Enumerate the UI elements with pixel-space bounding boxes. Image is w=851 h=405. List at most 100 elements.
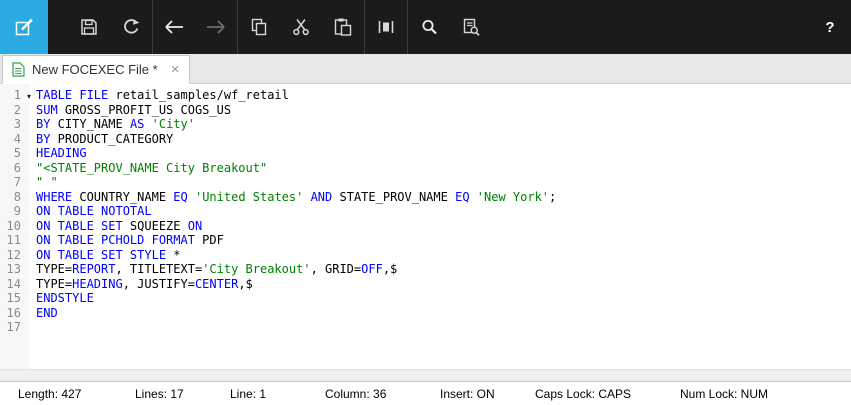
toolbar-flex-space	[492, 0, 809, 54]
line-number: 16	[0, 306, 30, 321]
code-token: HEADING	[36, 146, 87, 160]
line-number: 2	[0, 103, 30, 118]
code-token: , GRID=	[311, 262, 362, 276]
code-token: 'City Breakout'	[202, 262, 310, 276]
code-token: ENDSTYLE	[36, 291, 94, 305]
line-number: 4	[0, 132, 30, 147]
code-token: SUM	[36, 103, 58, 117]
code-token: OFF	[361, 262, 383, 276]
line-number: 10	[0, 219, 30, 234]
editor: 1▾234567891011121314151617 TABLE FILE re…	[0, 84, 851, 381]
code-line[interactable]	[36, 320, 851, 335]
tab-new-focexec-file[interactable]: New FOCEXEC File * ×	[2, 55, 190, 84]
code-token: EQ	[173, 190, 187, 204]
revert-icon	[120, 16, 142, 38]
revert-button[interactable]	[110, 0, 152, 54]
code-token	[144, 117, 151, 131]
status-lines: Lines: 17	[135, 387, 184, 401]
code-token: TABLE FILE	[36, 88, 108, 102]
pencil-icon	[13, 16, 35, 38]
find-in-file-button[interactable]	[450, 0, 492, 54]
code-token: COUNTRY_NAME	[72, 190, 173, 204]
code-token	[470, 190, 477, 204]
code-token: REPORT	[72, 262, 115, 276]
line-number: 7	[0, 175, 30, 190]
line-number: 14	[0, 277, 30, 292]
copy-icon	[248, 16, 270, 38]
status-insert: Insert: ON	[440, 387, 495, 401]
code-line[interactable]: " "	[36, 175, 851, 190]
save-icon	[78, 16, 100, 38]
forward-button[interactable]	[195, 0, 237, 54]
status-num-lock: Num Lock: NUM	[680, 387, 768, 401]
status-bar: Length: 427Lines: 17Line: 1Column: 36Ins…	[0, 381, 851, 405]
code-token: " "	[36, 175, 58, 189]
status-column: Column: 36	[325, 387, 386, 401]
code-line[interactable]: ON TABLE SET STYLE *	[36, 248, 851, 263]
code-token: 'City'	[152, 117, 195, 131]
code-token: ON TABLE SET STYLE	[36, 248, 166, 262]
code-token: STATE_PROV_NAME	[332, 190, 455, 204]
code-line[interactable]: TYPE=REPORT, TITLETEXT='City Breakout', …	[36, 262, 851, 277]
code-line[interactable]: END	[36, 306, 851, 321]
code-line[interactable]: "<STATE_PROV_NAME City Breakout"	[36, 161, 851, 176]
code-token: AND	[311, 190, 333, 204]
code-token: ;	[549, 190, 556, 204]
code-token: 'New York'	[477, 190, 549, 204]
code-token: ,$	[238, 277, 252, 291]
code-line[interactable]: BY PRODUCT_CATEGORY	[36, 132, 851, 147]
code-line[interactable]: HEADING	[36, 146, 851, 161]
code-token: retail_samples/wf_retail	[108, 88, 289, 102]
code-token: CENTER	[195, 277, 238, 291]
line-number: 8	[0, 190, 30, 205]
status-length: Length: 427	[18, 387, 81, 401]
paste-icon	[332, 16, 354, 38]
layout-view-icon	[375, 16, 397, 38]
code-token: *	[166, 248, 180, 262]
code-token: PDF	[195, 233, 224, 247]
code-token: AS	[130, 117, 144, 131]
code-token: PRODUCT_CATEGORY	[50, 132, 173, 146]
code-line[interactable]: ENDSTYLE	[36, 291, 851, 306]
paste-button[interactable]	[322, 0, 364, 54]
layout-view-button[interactable]	[365, 0, 407, 54]
code-token: BY	[36, 132, 50, 146]
cut-button[interactable]	[280, 0, 322, 54]
toolbar-spacer	[48, 0, 68, 54]
edit-file-button[interactable]	[0, 0, 48, 54]
code-token: WHERE	[36, 190, 72, 204]
copy-button[interactable]	[238, 0, 280, 54]
search-button[interactable]	[408, 0, 450, 54]
horizontal-scrollbar[interactable]	[0, 369, 851, 381]
code-token: ON TABLE NOTOTAL	[36, 204, 152, 218]
code-token: "<STATE_PROV_NAME City Breakout"	[36, 161, 267, 175]
tab-title: New FOCEXEC File *	[32, 62, 158, 77]
code-token: SQUEEZE	[123, 219, 188, 233]
line-number: 11	[0, 233, 30, 248]
code-line[interactable]: TABLE FILE retail_samples/wf_retail	[36, 88, 851, 103]
code-line[interactable]: SUM GROSS_PROFIT_US COGS_US	[36, 103, 851, 118]
code-line[interactable]: BY CITY_NAME AS 'City'	[36, 117, 851, 132]
line-number: 13	[0, 262, 30, 277]
save-button[interactable]	[68, 0, 110, 54]
code-token: ON	[188, 219, 202, 233]
search-icon	[418, 16, 440, 38]
code-line[interactable]: WHERE COUNTRY_NAME EQ 'United States' AN…	[36, 190, 851, 205]
line-number: 12	[0, 248, 30, 263]
help-button[interactable]: ?	[809, 0, 851, 54]
code-token: HEADING	[72, 277, 123, 291]
code-token: EQ	[455, 190, 469, 204]
status-caps-lock: Caps Lock: CAPS	[535, 387, 631, 401]
code-line[interactable]: TYPE=HEADING, JUSTIFY=CENTER,$	[36, 277, 851, 292]
scissors-icon	[290, 16, 312, 38]
code-line[interactable]: ON TABLE SET SQUEEZE ON	[36, 219, 851, 234]
toolbar: ?	[0, 0, 851, 54]
code-line[interactable]: ON TABLE NOTOTAL	[36, 204, 851, 219]
code-token: ,$	[383, 262, 397, 276]
code-area[interactable]: TABLE FILE retail_samples/wf_retailSUM G…	[30, 84, 851, 369]
code-line[interactable]: ON TABLE PCHOLD FORMAT PDF	[36, 233, 851, 248]
line-number: 1▾	[0, 88, 30, 103]
code-token: TYPE=	[36, 277, 72, 291]
back-button[interactable]	[153, 0, 195, 54]
tab-close-icon[interactable]: ×	[171, 62, 180, 77]
